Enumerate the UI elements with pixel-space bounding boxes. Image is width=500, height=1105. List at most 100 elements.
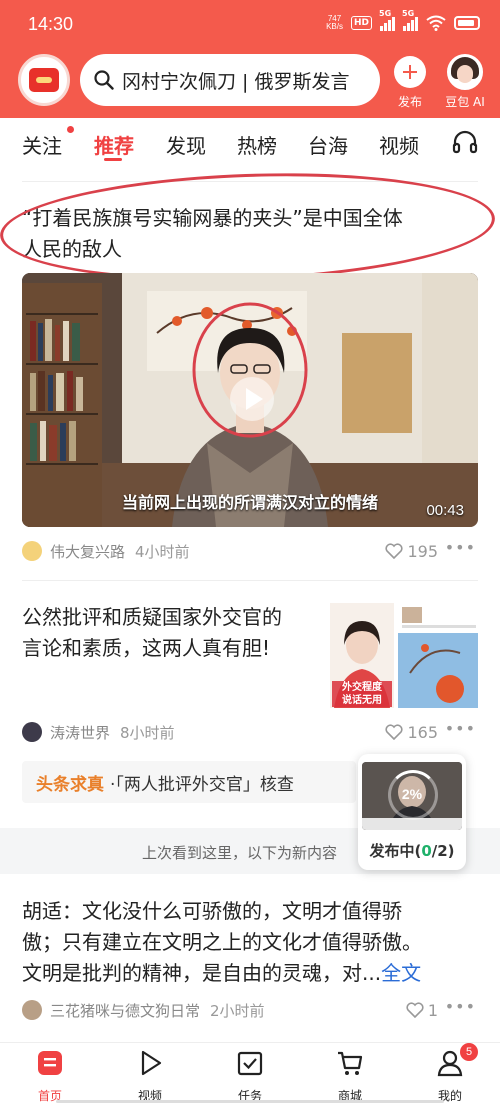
annotation-circle — [0, 165, 497, 289]
tab-following[interactable]: 关注 — [22, 130, 62, 159]
like-count: 195 — [407, 541, 438, 561]
like-button[interactable]: 195 — [385, 540, 438, 562]
author-name[interactable]: 伟大复兴路 — [50, 541, 125, 562]
progress-percent: 2% — [401, 786, 423, 802]
article-title-line: 公然批评和质疑国家外交官的 — [22, 605, 282, 629]
publish-label: 发布 — [397, 95, 422, 109]
bottom-navigation: 首页 视频 任务 商城 5 我的 — [0, 1042, 500, 1105]
last-seen-text: 上次看到这里，以下为新内容 — [142, 844, 338, 862]
author-avatar[interactable] — [22, 541, 42, 561]
video-duration: 00:43 — [426, 502, 464, 519]
hd-icon: HD — [350, 16, 372, 30]
nav-video[interactable]: 视频 — [120, 1049, 180, 1104]
heart-icon — [385, 543, 403, 559]
publishing-status: 发布中(0/2) — [358, 840, 466, 861]
article-title-text: 文明是批判的精神，是自由的灵魂，对... — [22, 961, 382, 985]
article-title[interactable]: 公然批评和质疑国家外交官的 言论和素质，这两人真有胆! — [22, 602, 322, 664]
app-logo[interactable] — [18, 54, 70, 106]
play-button[interactable] — [230, 377, 274, 421]
article-meta: 涛涛世界 8小时前 — [22, 721, 175, 743]
notification-badge: 5 — [460, 1043, 478, 1061]
publishing-done-count: 0 — [421, 842, 432, 860]
article-title-line: 胡适：文化没什么可骄傲的，文明才值得骄 — [22, 899, 402, 923]
thumbnail-overlay-line: 说话无用 — [342, 695, 382, 706]
tab-hot-list[interactable]: 热榜 — [237, 130, 277, 159]
publish-button[interactable]: 发布 — [390, 56, 430, 110]
author-avatar[interactable] — [22, 1000, 42, 1020]
cart-icon — [338, 1051, 363, 1075]
task-icon — [237, 1051, 263, 1076]
article-title-line: 文明是批判的精神，是自由的灵魂，对...全文 — [22, 958, 482, 989]
more-options-icon[interactable]: ••• — [445, 997, 476, 1016]
tab-taiwan-strait[interactable]: 台海 — [308, 130, 348, 159]
divider — [22, 580, 478, 581]
app-header: 14:30 747 KB/s HD 5G 5G 冈村宁次佩刀 | 俄罗斯发言 发… — [0, 0, 500, 118]
video-caption: 当前网上出现的所谓满汉对立的情绪 — [121, 493, 378, 512]
tab-discover[interactable]: 发现 — [166, 130, 206, 159]
author-name[interactable]: 涛涛世界 — [50, 722, 110, 743]
article-title[interactable]: 胡适：文化没什么可骄傲的，文明才值得骄 傲；只有建立在文明之上的文化才值得骄傲。… — [22, 896, 482, 989]
nav-home[interactable]: 首页 — [20, 1049, 80, 1104]
publishing-label-prefix: 发布中( — [369, 842, 422, 860]
notification-dot — [67, 126, 74, 133]
signal-icon: 5G — [379, 9, 395, 31]
play-icon — [141, 1050, 162, 1076]
more-options-icon[interactable]: ••• — [445, 538, 476, 557]
publish-time: 4小时前 — [135, 542, 190, 561]
author-avatar[interactable] — [22, 722, 42, 742]
network-speed: 747 KB/s — [326, 15, 343, 31]
article-thumbnail[interactable]: 外交程度 说话无用 — [330, 603, 478, 708]
battery-icon — [454, 16, 480, 30]
author-name[interactable]: 三花猪咪与德文狗日常 — [50, 1000, 200, 1021]
tab-recommended[interactable]: 推荐 — [94, 130, 134, 159]
video-player[interactable]: 当前网上出现的所谓满汉对立的情绪 00:43 — [22, 273, 478, 527]
thumbnail-overlay-line: 外交程度 — [342, 682, 382, 693]
wifi-icon — [426, 15, 446, 31]
publish-time: 8小时前 — [120, 723, 175, 742]
signal-icon-2: 5G — [402, 9, 418, 31]
fact-check-tag: 头条求真 — [36, 774, 104, 795]
assistant-label: 豆包 AI — [445, 95, 485, 109]
assistant-button[interactable]: 豆包 AI — [440, 54, 490, 110]
network-speed-unit: KB/s — [326, 22, 343, 31]
like-button[interactable]: 1 — [406, 999, 438, 1021]
article-meta: 伟大复兴路 4小时前 — [22, 540, 190, 562]
publishing-label-suffix: /2) — [431, 842, 455, 860]
publish-time: 2小时前 — [210, 1001, 265, 1020]
fact-check-text: ·「两人批评外交官」核查 — [110, 774, 294, 795]
more-options-icon[interactable]: ••• — [445, 719, 476, 738]
like-button[interactable]: 165 — [385, 721, 438, 743]
status-time: 14:30 — [28, 14, 74, 34]
signal-label: 5G — [379, 9, 392, 18]
thumbnail-overlay: 外交程度 说话无用 — [332, 681, 392, 707]
nav-tasks[interactable]: 任务 — [220, 1049, 280, 1104]
status-icons: 747 KB/s HD 5G 5G — [326, 9, 480, 33]
tab-video[interactable]: 视频 — [379, 130, 419, 159]
article-title-line: 傲；只有建立在文明之上的文化才值得骄傲。 — [22, 930, 422, 954]
status-bar: 14:30 747 KB/s HD 5G 5G — [0, 0, 500, 44]
signal-label-2: 5G — [402, 9, 415, 18]
nav-profile[interactable]: 5 我的 — [420, 1043, 480, 1104]
publishing-progress-card[interactable]: 2% 发布中(0/2) — [358, 754, 466, 870]
plus-icon — [394, 56, 426, 88]
publishing-thumbnail: 2% — [362, 762, 462, 830]
like-count: 1 — [427, 1000, 438, 1020]
nav-mall[interactable]: 商城 — [320, 1049, 380, 1104]
like-count: 165 — [407, 722, 438, 742]
headphones-icon[interactable] — [452, 130, 478, 154]
home-icon — [38, 1051, 62, 1075]
heart-icon — [406, 1002, 424, 1018]
article-meta: 三花猪咪与德文狗日常 2小时前 — [22, 999, 265, 1021]
full-text-link[interactable]: 全文 — [381, 961, 421, 985]
search-input[interactable]: 冈村宁次佩刀 | 俄罗斯发言 — [122, 67, 349, 94]
search-icon — [94, 70, 114, 90]
red-packet-icon — [29, 68, 59, 92]
assistant-avatar — [447, 54, 483, 90]
article-title-line: 言论和素质，这两人真有胆! — [22, 636, 271, 660]
active-tab-indicator — [104, 158, 122, 161]
search-bar[interactable]: 冈村宁次佩刀 | 俄罗斯发言 — [80, 54, 380, 106]
home-indicator — [56, 1100, 444, 1103]
channel-tabs: 关注 推荐 发现 热榜 台海 视频 — [0, 118, 500, 166]
fact-check-banner[interactable]: 头条求真 ·「两人批评外交官」核查 — [22, 761, 356, 803]
heart-icon — [385, 724, 403, 740]
